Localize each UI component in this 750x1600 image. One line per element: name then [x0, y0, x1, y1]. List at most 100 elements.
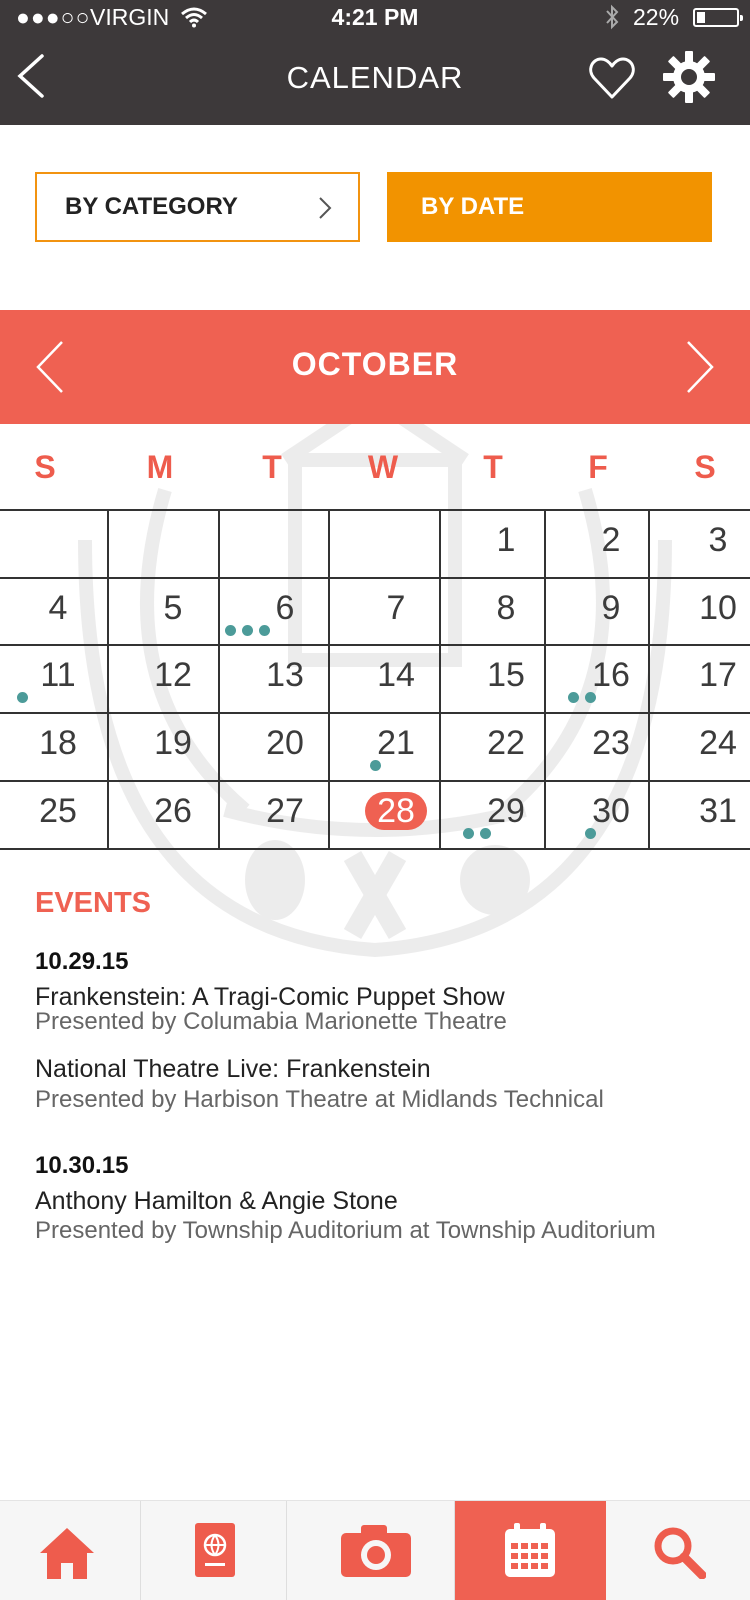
camera-icon: [341, 1525, 411, 1577]
next-month-icon[interactable]: [684, 338, 716, 396]
tab-search[interactable]: [606, 1501, 750, 1600]
calendar-day[interactable]: 24: [678, 720, 750, 766]
event-date-heading: 10.29.15: [35, 948, 129, 975]
event-indicator-dot: [242, 625, 253, 636]
event-presenter: Presented by Columabia Marionette Theatr…: [35, 1008, 507, 1035]
calendar-day[interactable]: 18: [18, 720, 98, 766]
top-bar: ●●●○○ VIRGIN 4:21 PM 22% CALENDAR: [0, 0, 750, 125]
calendar-day[interactable]: 31: [678, 788, 750, 834]
battery-icon: [693, 8, 743, 27]
calendar-day[interactable]: 22: [466, 720, 546, 766]
day-number: 25: [39, 792, 77, 830]
tab-bar: [0, 1500, 750, 1600]
day-number: 19: [154, 724, 192, 762]
calendar-day[interactable]: 14: [356, 652, 436, 698]
tab-calendar[interactable]: [455, 1501, 606, 1600]
calendar-day[interactable]: 10: [678, 585, 750, 631]
grid-divider: [107, 509, 109, 849]
search-icon: [654, 1527, 706, 1579]
event-indicator-dot: [463, 828, 474, 839]
weekday-label: S: [694, 449, 716, 485]
day-number: 13: [266, 656, 304, 694]
day-number: 7: [386, 589, 406, 627]
event-indicator-dot: [480, 828, 491, 839]
day-number: 24: [699, 724, 737, 762]
calendar-day[interactable]: 20: [245, 720, 325, 766]
day-number: 4: [48, 589, 68, 627]
calendar-day[interactable]: 12: [133, 652, 213, 698]
calendar-day[interactable]: 19: [133, 720, 213, 766]
calendar-icon: [505, 1523, 555, 1577]
calendar-day[interactable]: 15: [466, 652, 546, 698]
calendar-day[interactable]: 21: [356, 720, 436, 766]
day-number: 20: [266, 724, 304, 762]
day-number: 29: [487, 792, 525, 830]
heart-icon[interactable]: [588, 55, 636, 101]
day-number: 3: [708, 521, 728, 559]
gear-icon[interactable]: [662, 50, 716, 104]
by-date-button[interactable]: BY DATE: [387, 172, 712, 242]
grid-divider: [0, 712, 750, 714]
tab-camera[interactable]: [287, 1501, 455, 1600]
grid-divider: [0, 644, 750, 646]
grid-divider: [218, 509, 220, 849]
day-number: 26: [154, 792, 192, 830]
calendar-day[interactable]: 9: [571, 585, 651, 631]
grid-divider: [0, 848, 750, 850]
calendar-day[interactable]: 29: [466, 788, 546, 834]
calendar-day[interactable]: 4: [18, 585, 98, 631]
weekday-label: M: [146, 449, 174, 485]
calendar-day[interactable]: 25: [18, 788, 98, 834]
events-heading: EVENTS: [35, 887, 152, 919]
day-number: 2: [601, 521, 621, 559]
calendar-day[interactable]: 6: [245, 585, 325, 631]
calendar-day[interactable]: 5: [133, 585, 213, 631]
event-indicator-dot: [17, 692, 28, 703]
calendar-day[interactable]: 7: [356, 585, 436, 631]
event-indicator-dot: [585, 692, 596, 703]
calendar-day[interactable]: 13: [245, 652, 325, 698]
by-category-label: BY CATEGORY: [65, 193, 238, 220]
day-number: 27: [266, 792, 304, 830]
calendar-day[interactable]: 27: [245, 788, 325, 834]
home-icon: [40, 1528, 94, 1579]
event-title[interactable]: National Theatre Live: Frankenstein: [35, 1055, 431, 1084]
day-number: 15: [487, 656, 525, 694]
calendar-day[interactable]: 11: [18, 652, 98, 698]
calendar-day[interactable]: 16: [571, 652, 651, 698]
calendar-day[interactable]: 17: [678, 652, 750, 698]
event-date-heading: 10.30.15: [35, 1152, 129, 1179]
day-number: 11: [40, 656, 76, 694]
event-presenter: Presented by Harbison Theatre at Midland…: [35, 1086, 604, 1113]
calendar-day[interactable]: 2: [571, 517, 651, 563]
calendar-day[interactable]: 30: [571, 788, 651, 834]
calendar-day[interactable]: 8: [466, 585, 546, 631]
day-number: 22: [487, 724, 525, 762]
month-name: OCTOBER: [291, 346, 459, 382]
day-number: 17: [699, 656, 737, 694]
day-number: 9: [601, 589, 621, 627]
day-number: 16: [592, 656, 630, 694]
calendar-day[interactable]: 1: [466, 517, 546, 563]
day-number: 12: [154, 656, 192, 694]
tab-home[interactable]: [0, 1501, 141, 1600]
day-number: 23: [592, 724, 630, 762]
grid-divider: [0, 780, 750, 782]
grid-divider: [0, 509, 750, 511]
calendar-day[interactable]: 23: [571, 720, 651, 766]
battery-percent: 22%: [633, 4, 680, 30]
day-number: 6: [275, 589, 295, 627]
calendar-day[interactable]: 3: [678, 517, 750, 563]
tab-passport[interactable]: [141, 1501, 287, 1600]
day-number: 1: [496, 521, 516, 559]
day-number: 28: [365, 792, 427, 830]
passport-icon: [195, 1523, 235, 1577]
by-category-button[interactable]: BY CATEGORY: [35, 172, 360, 242]
by-date-label: BY DATE: [421, 193, 525, 220]
event-title[interactable]: Anthony Hamilton & Angie Stone: [35, 1187, 398, 1216]
calendar-day-today[interactable]: 28: [356, 788, 436, 834]
event-indicator-dot: [370, 760, 381, 771]
month-header: OCTOBER: [0, 310, 750, 424]
calendar-day[interactable]: 26: [133, 788, 213, 834]
day-number: 10: [699, 589, 737, 627]
